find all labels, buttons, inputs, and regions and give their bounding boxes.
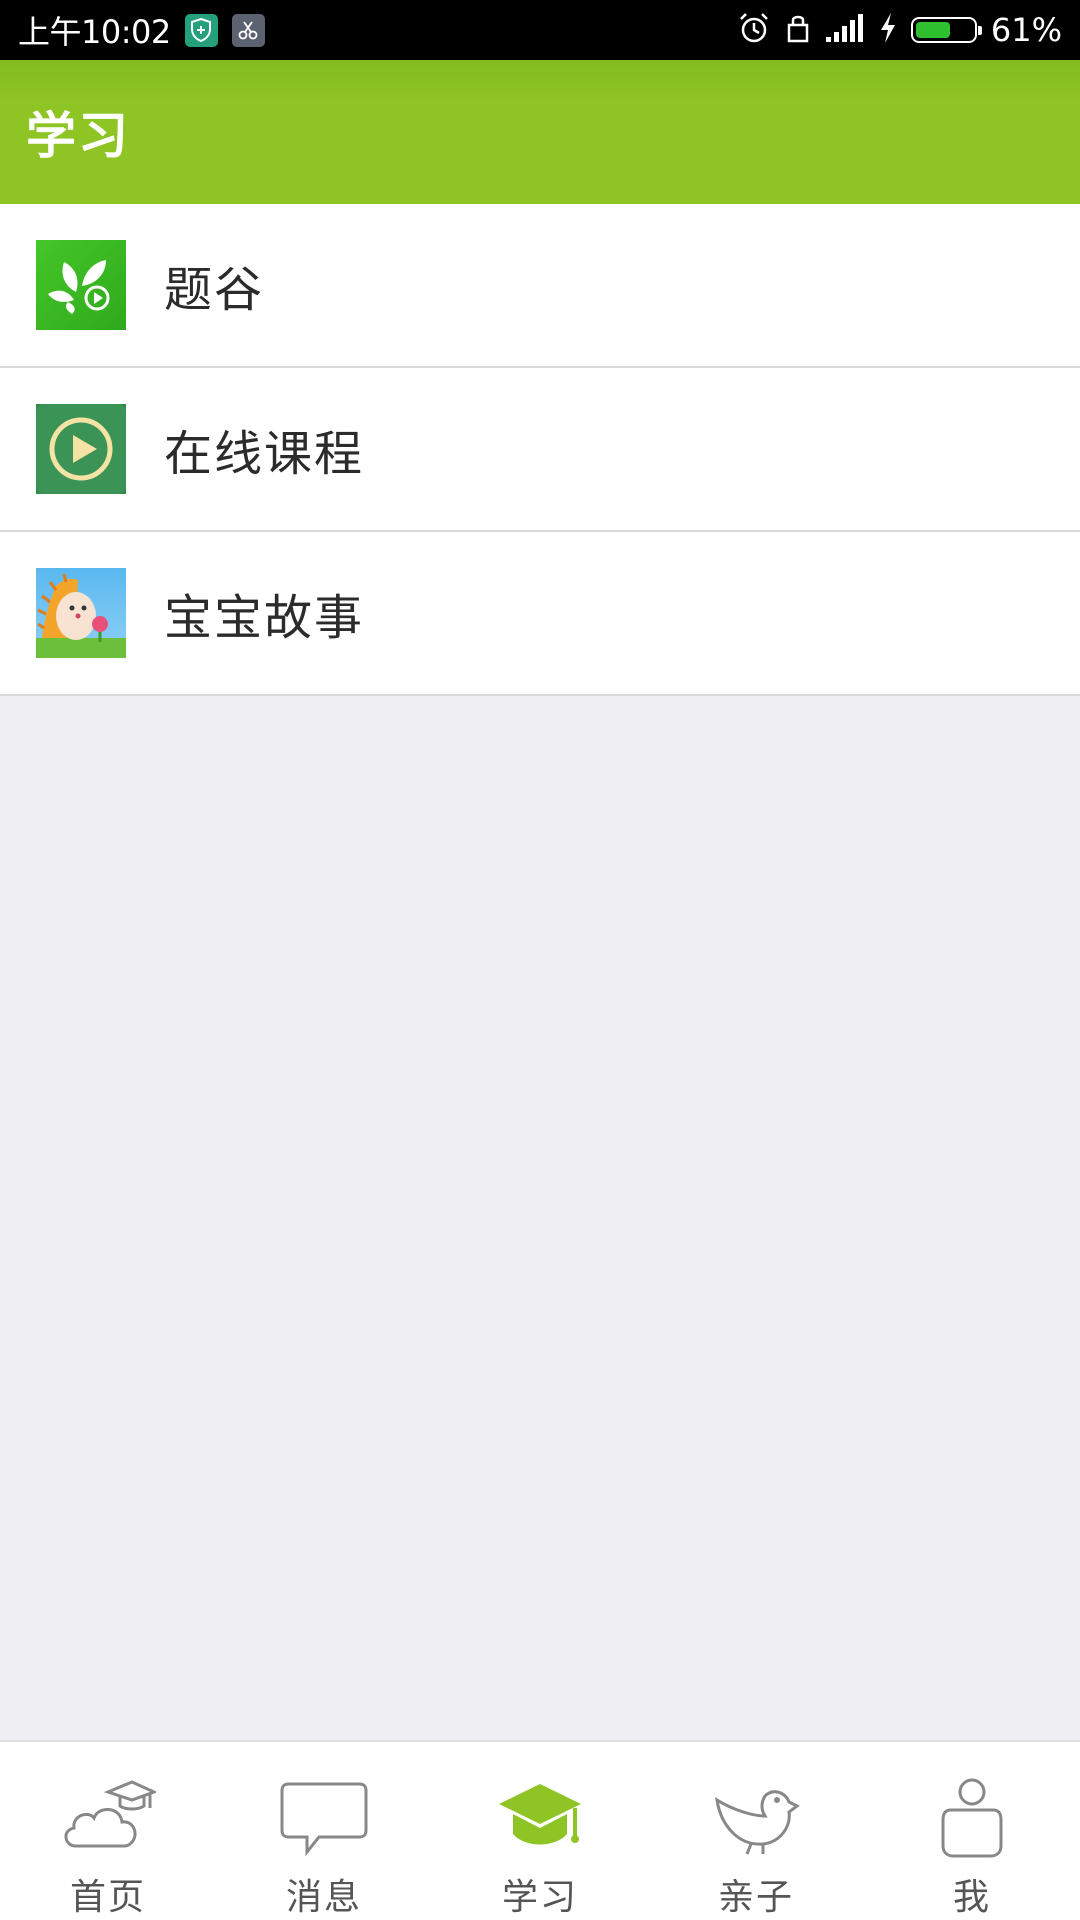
scissors-icon xyxy=(231,13,265,47)
chat-bubble-icon xyxy=(274,1776,374,1860)
list-item-baby-story[interactable]: 宝宝故事 xyxy=(0,532,1080,696)
charging-icon xyxy=(879,12,897,48)
nav-label: 消息 xyxy=(285,1877,362,1918)
learning-list: 题谷 在线课程 宝宝故事 xyxy=(0,204,1080,696)
online-course-play-icon xyxy=(36,404,126,494)
lock-icon xyxy=(785,12,811,48)
nav-parenting[interactable]: 亲子 xyxy=(648,1742,864,1920)
graduation-cap-icon xyxy=(490,1776,590,1860)
person-icon xyxy=(922,1776,1022,1860)
status-time: 上午10:02 xyxy=(18,13,171,51)
nav-label: 首页 xyxy=(69,1877,146,1918)
nav-label: 学习 xyxy=(501,1877,578,1918)
baby-story-hedgehog-icon xyxy=(36,568,126,658)
page-title: 学习 xyxy=(26,107,130,165)
list-item-tigu[interactable]: 题谷 xyxy=(0,204,1080,368)
status-right: 61% xyxy=(737,11,1062,49)
nav-me[interactable]: 我 xyxy=(864,1742,1080,1920)
list-item-label: 题谷 xyxy=(164,262,265,318)
status-bar: 上午10:02 61% xyxy=(0,0,1080,60)
list-item-label: 宝宝故事 xyxy=(164,590,365,646)
nav-label: 我 xyxy=(952,1877,991,1918)
bird-icon xyxy=(706,1776,806,1860)
nav-messages[interactable]: 消息 xyxy=(216,1742,432,1920)
bottom-nav: 首页 消息 学习 亲子 我 xyxy=(0,1740,1080,1920)
signal-icon xyxy=(825,13,865,47)
battery-percent: 61% xyxy=(990,11,1062,49)
battery-fill xyxy=(915,22,951,38)
app-bar: 学习 xyxy=(0,60,1080,204)
list-item-online-course[interactable]: 在线课程 xyxy=(0,368,1080,532)
cloud-cap-icon xyxy=(58,1776,158,1860)
status-left: 上午10:02 xyxy=(18,7,265,53)
tigu-leaf-icon xyxy=(36,240,126,330)
battery-icon xyxy=(910,17,982,43)
nav-label: 亲子 xyxy=(717,1877,794,1918)
nav-home[interactable]: 首页 xyxy=(0,1742,216,1920)
list-item-label: 在线课程 xyxy=(164,426,365,482)
alarm-icon xyxy=(737,11,771,49)
shield-icon xyxy=(184,13,218,47)
nav-learning[interactable]: 学习 xyxy=(432,1742,648,1920)
